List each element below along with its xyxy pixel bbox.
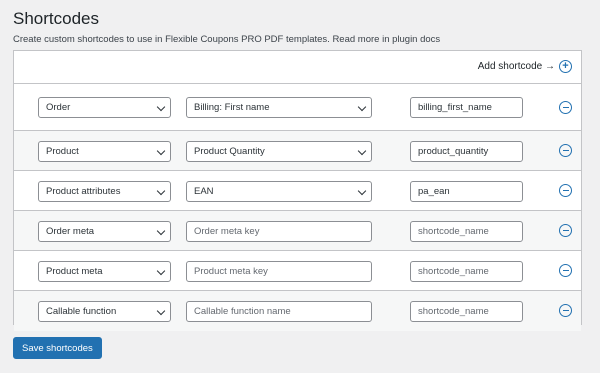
meta-key-placeholder: Order meta key [194,226,260,237]
shortcode-row: Product meta Product meta key shortcode_… [14,251,581,291]
field-value: EAN [194,186,214,197]
plus-circle-icon: + [559,60,572,73]
chevron-down-icon [156,306,166,316]
shortcode-row: Order meta Order meta key shortcode_name [14,211,581,251]
remove-row-icon[interactable] [559,144,572,157]
data-type-value: Order [46,102,71,113]
shortcode-name-input[interactable]: billing_first_name [410,97,523,118]
shortcode-row: Callable function Callable function name… [14,291,581,331]
field-value: Product Quantity [194,146,265,157]
add-shortcode-button[interactable]: Add shortcode → + [478,60,572,73]
data-type-select[interactable]: Product attributes [38,181,171,202]
data-type-select[interactable]: Order meta [38,221,171,242]
chevron-down-icon [156,186,166,196]
add-shortcode-label: Add shortcode → [477,61,555,72]
function-name-placeholder: Callable function name [194,306,291,317]
chevron-down-icon [156,226,166,236]
function-name-input[interactable]: Callable function name [186,301,372,322]
page-description: Create custom shortcodes to use in Flexi… [13,34,441,45]
remove-row-icon[interactable] [559,224,572,237]
shortcode-name-value: pa_ean [418,186,450,197]
chevron-down-icon [357,102,367,112]
remove-row-icon[interactable] [559,101,572,114]
chevron-down-icon [156,266,166,276]
data-type-value: Product meta [46,266,103,277]
shortcode-row: Product attributes EAN pa_ean [14,171,581,211]
shortcode-row: Order Billing: First name billing_first_… [14,84,581,131]
data-type-select[interactable]: Product meta [38,261,171,282]
chevron-down-icon [357,186,367,196]
shortcode-name-placeholder: shortcode_name [418,306,489,317]
shortcode-name-value: billing_first_name [418,102,492,113]
field-select[interactable]: EAN [186,181,372,202]
shortcode-name-input[interactable]: shortcode_name [410,221,523,242]
shortcode-row: Product Product Quantity product_quantit… [14,131,581,171]
page-title: Shortcodes [13,9,99,28]
shortcode-name-input[interactable]: pa_ean [410,181,523,202]
field-value: Billing: First name [194,102,270,113]
data-type-value: Product [46,146,79,157]
chevron-down-icon [357,146,367,156]
data-type-value: Product attributes [46,186,121,197]
shortcodes-panel: Add shortcode → + Order Billing: First n… [13,50,582,331]
remove-row-icon[interactable] [559,184,572,197]
meta-key-placeholder: Product meta key [194,266,268,277]
shortcode-name-input[interactable]: shortcode_name [410,261,523,282]
remove-row-icon[interactable] [559,264,572,277]
chevron-down-icon [156,102,166,112]
chevron-down-icon [156,146,166,156]
meta-key-input[interactable]: Order meta key [186,221,372,242]
shortcode-name-placeholder: shortcode_name [418,266,489,277]
data-type-select[interactable]: Product [38,141,171,162]
shortcode-name-value: product_quantity [418,146,489,157]
shortcode-name-input[interactable]: shortcode_name [410,301,523,322]
save-shortcodes-button[interactable]: Save shortcodes [13,337,102,359]
data-type-select[interactable]: Order [38,97,171,118]
field-select[interactable]: Product Quantity [186,141,372,162]
data-type-value: Callable function [46,306,117,317]
shortcode-name-placeholder: shortcode_name [418,226,489,237]
remove-row-icon[interactable] [559,304,572,317]
data-type-value: Order meta [46,226,95,237]
field-select[interactable]: Billing: First name [186,97,372,118]
meta-key-input[interactable]: Product meta key [186,261,372,282]
data-type-select[interactable]: Callable function [38,301,171,322]
panel-header: Add shortcode → + [14,51,581,84]
shortcode-name-input[interactable]: product_quantity [410,141,523,162]
